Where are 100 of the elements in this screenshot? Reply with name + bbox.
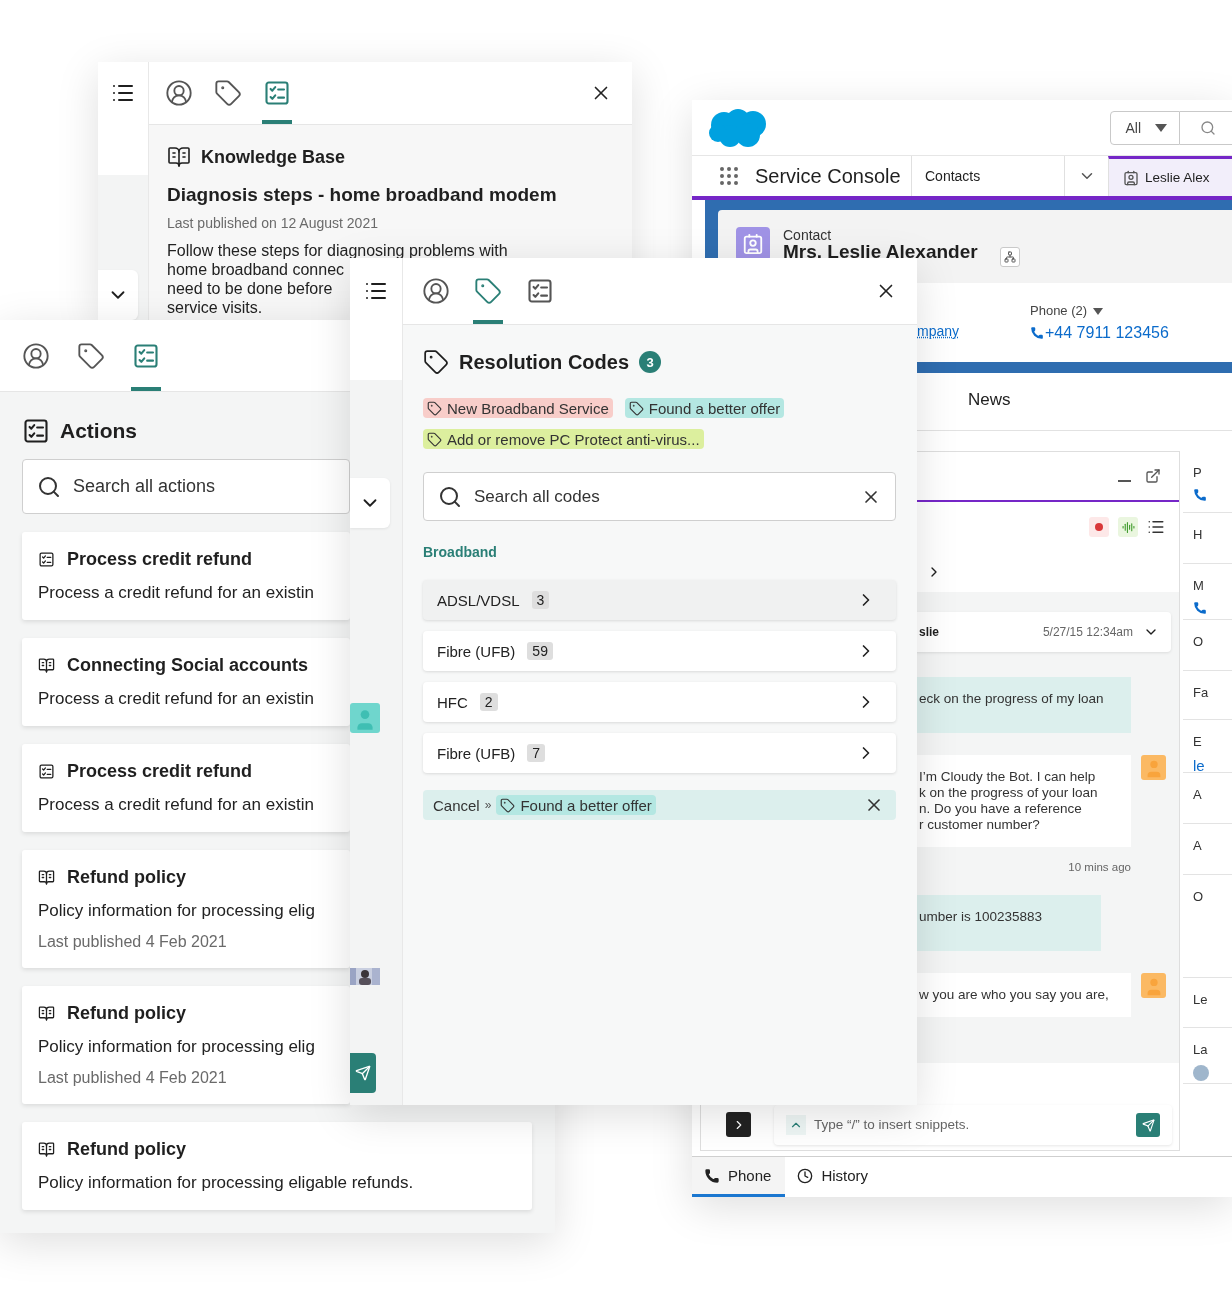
person-icon — [22, 341, 50, 370]
phone-icon — [1030, 326, 1044, 340]
record-button[interactable] — [1089, 517, 1109, 537]
action-card[interactable]: Process credit refund Process a credit refund for an existin — [22, 744, 350, 832]
search-field[interactable] — [1180, 110, 1232, 145]
phone-icon — [704, 1167, 720, 1184]
field-label: P — [1193, 465, 1203, 480]
code-item[interactable]: Fibre (UFB) 59 — [423, 631, 896, 671]
input-placeholder: Type “/” to insert snippets. — [814, 1117, 970, 1132]
field-label: La — [1193, 1042, 1209, 1057]
card-title: Refund policy — [67, 866, 186, 888]
tag-icon — [423, 349, 449, 375]
cancel-link[interactable]: Cancel — [433, 796, 480, 814]
book-icon — [38, 1004, 55, 1022]
field-label: Le — [1193, 992, 1209, 1007]
book-icon — [167, 145, 191, 169]
count-badge: 3 — [639, 351, 661, 373]
snippets-button[interactable] — [786, 1115, 806, 1135]
section-heading: Knowledge Base — [201, 146, 346, 168]
field-label: H — [1193, 527, 1204, 542]
timestamp: 5/27/15 12:34am — [1042, 625, 1133, 639]
field-label: M — [1193, 578, 1205, 593]
card-description: Policy information for processing eligable refunds. — [38, 1172, 414, 1194]
action-card[interactable]: Refund policy Policy information for processing elig Last published 4 Feb 2021 — [22, 850, 350, 968]
app-name: Service Console — [755, 163, 902, 189]
card-description: Policy information for processing elig — [38, 1036, 315, 1058]
pop-out-icon — [1145, 468, 1161, 484]
action-card[interactable]: Connecting Social accounts Process a credit refund for an existin — [22, 638, 350, 726]
tag-chip: Found a better offer — [496, 795, 656, 815]
nav-item[interactable]: Contacts — [911, 156, 1064, 196]
code-item[interactable]: HFC 2 — [423, 682, 896, 722]
send-button[interactable] — [1136, 1113, 1160, 1137]
record-type: Contact — [783, 227, 833, 243]
detail-tab[interactable]: News — [968, 373, 1011, 430]
section-heading: Resolution Codes — [459, 350, 629, 374]
phone-label: Phone (2) — [1030, 302, 1169, 320]
card-title: Refund policy — [67, 1138, 186, 1160]
article-text: need to be done before — [167, 279, 333, 298]
checklist-icon — [38, 762, 55, 780]
field-label: Fa — [1193, 685, 1210, 700]
separator: » — [484, 798, 492, 812]
person-icon — [165, 79, 193, 107]
avatar-icon — [1141, 973, 1166, 998]
tag-chip[interactable]: Found a better offer — [624, 398, 785, 418]
search-icon — [438, 484, 462, 509]
tag-chip[interactable]: Add or remove PC Protect anti-virus... — [423, 429, 704, 449]
article-text: home broadband connec — [167, 260, 345, 279]
card-description: Process a credit refund for an existin — [38, 794, 314, 816]
field-label: O — [1193, 634, 1205, 649]
card-title: Connecting Social accounts — [67, 654, 309, 676]
field-link[interactable]: le — [1193, 757, 1232, 774]
person-icon — [422, 277, 450, 305]
action-card[interactable]: Process credit refund Process a credit refund for an existin — [22, 532, 350, 620]
book-icon — [38, 656, 55, 674]
app-launcher-icon[interactable] — [717, 164, 741, 188]
tag-icon — [77, 341, 105, 370]
code-item[interactable]: Fibre (UFB) 7 — [423, 733, 896, 773]
checklist-icon — [38, 550, 55, 568]
search-field[interactable]: Search all codes — [423, 472, 896, 521]
clock-icon — [797, 1167, 814, 1184]
checklist-icon — [526, 277, 554, 305]
hierarchy-icon — [1003, 251, 1016, 263]
checklist-icon — [132, 341, 160, 370]
company-link[interactable]: mpany — [917, 323, 960, 339]
scope-dropdown[interactable]: All — [1110, 110, 1180, 145]
action-card[interactable]: Refund policy Policy information for processing eligable refunds. — [22, 1122, 532, 1210]
book-icon — [38, 1140, 55, 1158]
minimize-icon — [1118, 480, 1131, 482]
list-button[interactable] — [1147, 518, 1165, 536]
caret-icon[interactable] — [1093, 307, 1104, 315]
search-icon — [1200, 119, 1216, 136]
search-field[interactable]: Search all actions — [22, 459, 350, 514]
article-text: Follow these steps for diagnosing problems with — [167, 241, 508, 260]
avatar-icon — [350, 703, 380, 733]
checklist-icon — [263, 79, 291, 107]
code-item[interactable]: ADSL/VDSL 3 — [423, 580, 896, 620]
expand-button[interactable] — [726, 1112, 751, 1137]
section-heading: Actions — [60, 419, 137, 443]
article-title: Diagnosis steps - home broadband modem — [167, 183, 558, 207]
published-date: Last published 4 Feb 2021 — [38, 932, 227, 952]
caret-icon — [1155, 123, 1167, 132]
published-date: Last published 4 Feb 2021 — [38, 1068, 227, 1088]
hierarchy-button[interactable] — [999, 247, 1020, 267]
field-label: A — [1193, 838, 1203, 853]
message-input[interactable]: Type “/” to insert snippets. — [774, 1105, 1172, 1145]
utility-tab[interactable]: Phone — [692, 1157, 786, 1197]
card-description: Process a credit refund for an existin — [38, 582, 314, 604]
record-tab[interactable]: Leslie Alex — [1108, 156, 1232, 196]
avatar-icon — [1193, 1065, 1209, 1081]
card-title: Process credit refund — [67, 760, 253, 782]
pop-out-button[interactable] — [1145, 468, 1161, 484]
tag-icon — [628, 400, 644, 416]
tag-chip[interactable]: New Broadband Service — [423, 398, 613, 418]
card-title: Refund policy — [67, 1002, 186, 1024]
record-name: Mrs. Leslie Alexander — [783, 243, 978, 261]
search-icon — [37, 474, 61, 499]
audio-button[interactable] — [1118, 517, 1138, 537]
phone-link[interactable]: +44 7911 123456 — [1030, 324, 1169, 342]
action-card[interactable]: Refund policy Policy information for processing elig Last published 4 Feb 2021 — [22, 986, 350, 1104]
send-button[interactable] — [350, 1053, 376, 1093]
